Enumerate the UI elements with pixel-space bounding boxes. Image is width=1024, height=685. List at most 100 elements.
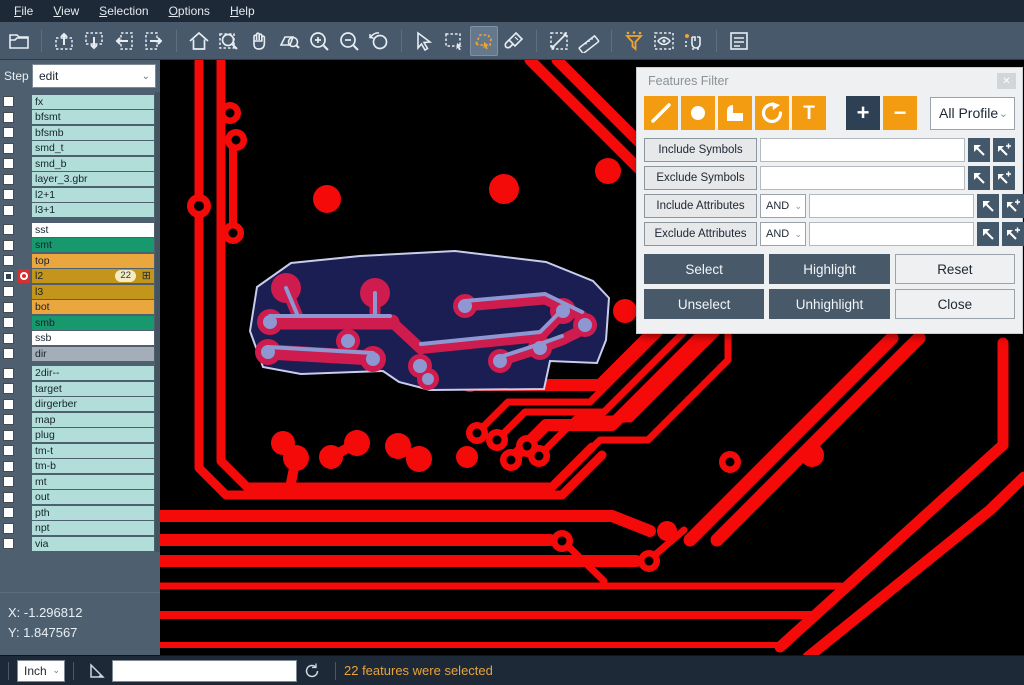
layer-row-smt[interactable]: smt: [3, 238, 160, 254]
command-input[interactable]: [112, 660, 297, 682]
zoom-previous-button[interactable]: [365, 26, 393, 56]
include-attributes-input[interactable]: [809, 194, 974, 218]
layer-visibility-checkbox[interactable]: [3, 240, 14, 251]
layer-row-out[interactable]: out: [3, 490, 160, 506]
layer-row-bfsmb[interactable]: bfsmb: [3, 125, 160, 141]
layer-row-smd_t[interactable]: smd_t: [3, 141, 160, 157]
layer-row-npt[interactable]: npt: [3, 521, 160, 537]
layer-row-layer_3.gbr[interactable]: layer_3.gbr: [3, 172, 160, 188]
zoom-window-button[interactable]: [215, 26, 243, 56]
unit-dropdown[interactable]: Inch⌄: [17, 660, 65, 682]
layer-visibility-checkbox[interactable]: [3, 174, 14, 185]
layer-name[interactable]: bfsmt: [32, 110, 154, 124]
dialog-titlebar[interactable]: Features Filter ✕: [637, 68, 1022, 94]
layer-visibility-checkbox[interactable]: [3, 414, 14, 425]
select-button[interactable]: Select: [644, 254, 764, 284]
layer-name[interactable]: npt: [32, 521, 154, 535]
pan-down-button[interactable]: [80, 26, 108, 56]
layer-row-tm-t[interactable]: tm-t: [3, 443, 160, 459]
layer-row-top[interactable]: top: [3, 253, 160, 269]
exclude-attributes-input[interactable]: [809, 222, 974, 246]
measure-distance-button[interactable]: [545, 26, 573, 56]
layer-row-pth[interactable]: pth: [3, 505, 160, 521]
layer-visibility-checkbox[interactable]: [3, 430, 14, 441]
layer-visibility-checkbox[interactable]: [3, 112, 14, 123]
layer-visibility-checkbox[interactable]: [3, 476, 14, 487]
include-attributes-button[interactable]: Include Attributes: [644, 194, 757, 218]
layer-name[interactable]: bot: [32, 300, 154, 314]
pan-right-button[interactable]: [140, 26, 168, 56]
profile-dropdown[interactable]: All Profile⌄: [930, 97, 1015, 130]
rectangle-select-button[interactable]: [440, 26, 468, 56]
layer-name[interactable]: l2+1: [32, 188, 154, 202]
layer-name[interactable]: dir: [32, 347, 154, 361]
layer-name[interactable]: target: [32, 382, 154, 396]
pick-symbol-button[interactable]: [968, 138, 990, 162]
layer-name[interactable]: dirgerber: [32, 397, 154, 411]
layer-row-bfsmt[interactable]: bfsmt: [3, 110, 160, 126]
home-view-button[interactable]: [185, 26, 213, 56]
pan-hand-button[interactable]: [245, 26, 273, 56]
layer-visibility-checkbox[interactable]: [3, 317, 14, 328]
layer-name[interactable]: l3+1: [32, 203, 154, 217]
unhighlight-button[interactable]: Unhighlight: [769, 289, 889, 319]
layer-name[interactable]: map: [32, 413, 154, 427]
pick-attribute-add-button[interactable]: [1002, 194, 1024, 218]
layer-name[interactable]: smt: [32, 238, 154, 252]
exclude-attributes-and-dropdown[interactable]: AND⌄: [760, 222, 806, 246]
pick-attribute-button[interactable]: [977, 194, 999, 218]
layer-row-via[interactable]: via: [3, 536, 160, 552]
pick-attribute-button[interactable]: [977, 222, 999, 246]
exclude-attributes-button[interactable]: Exclude Attributes: [644, 222, 757, 246]
refresh-icon[interactable]: [303, 662, 321, 680]
exclude-symbols-button[interactable]: Exclude Symbols: [644, 166, 757, 190]
layer-name[interactable]: sst: [32, 223, 154, 237]
layer-visibility-checkbox[interactable]: [3, 96, 14, 107]
layer-visibility-checkbox[interactable]: [3, 368, 14, 379]
layer-visibility-checkbox[interactable]: [3, 461, 14, 472]
pick-attribute-add-button[interactable]: [1002, 222, 1024, 246]
layer-visibility-checkbox[interactable]: [3, 492, 14, 503]
close-button[interactable]: Close: [895, 289, 1015, 319]
layer-name[interactable]: l3: [32, 285, 154, 299]
layer-visibility-checkbox[interactable]: [3, 205, 14, 216]
layer-row-ssb[interactable]: ssb: [3, 331, 160, 347]
unselect-button[interactable]: Unselect: [644, 289, 764, 319]
select-cursor-button[interactable]: [410, 26, 438, 56]
view-options-button[interactable]: [650, 26, 678, 56]
layer-name[interactable]: smb: [32, 316, 154, 330]
layer-visibility-checkbox[interactable]: [3, 255, 14, 266]
filter-remove-button[interactable]: −: [883, 96, 917, 130]
layer-name[interactable]: 2dir--: [32, 366, 154, 380]
layer-visibility-checkbox[interactable]: [3, 538, 14, 549]
reset-button[interactable]: Reset: [895, 254, 1015, 284]
pick-symbol-add-button[interactable]: [993, 138, 1015, 162]
layer-visibility-checkbox[interactable]: [3, 333, 14, 344]
layer-visibility-checkbox[interactable]: [3, 445, 14, 456]
pan-left-button[interactable]: [110, 26, 138, 56]
layer-row-target[interactable]: target: [3, 381, 160, 397]
layer-name[interactable]: smd_t: [32, 141, 154, 155]
menu-help[interactable]: Help: [220, 0, 265, 22]
layer-row-l2+1[interactable]: l2+1: [3, 187, 160, 203]
menu-file[interactable]: File: [4, 0, 43, 22]
filter-surface-button[interactable]: [718, 96, 752, 130]
zoom-in-button[interactable]: [305, 26, 333, 56]
layer-row-dirgerber[interactable]: dirgerber: [3, 397, 160, 413]
layer-name[interactable]: top: [32, 254, 154, 268]
layer-row-2dir--[interactable]: 2dir--: [3, 366, 160, 382]
layer-name[interactable]: tm-b: [32, 459, 154, 473]
paint-brush-button[interactable]: [500, 26, 528, 56]
layer-row-tm-b[interactable]: tm-b: [3, 459, 160, 475]
include-symbols-button[interactable]: Include Symbols: [644, 138, 757, 162]
zoom-out-button[interactable]: [335, 26, 363, 56]
polygon-select-button[interactable]: [470, 26, 498, 56]
layer-name[interactable]: plug: [32, 428, 154, 442]
layer-visibility-checkbox[interactable]: [3, 271, 14, 282]
layer-row-dir[interactable]: dir: [3, 346, 160, 362]
layer-visibility-checkbox[interactable]: [3, 224, 14, 235]
layer-row-l2[interactable]: l222⊞: [3, 269, 160, 285]
layer-name[interactable]: bfsmb: [32, 126, 154, 140]
layer-row-smb[interactable]: smb: [3, 315, 160, 331]
layer-row-smd_b[interactable]: smd_b: [3, 156, 160, 172]
